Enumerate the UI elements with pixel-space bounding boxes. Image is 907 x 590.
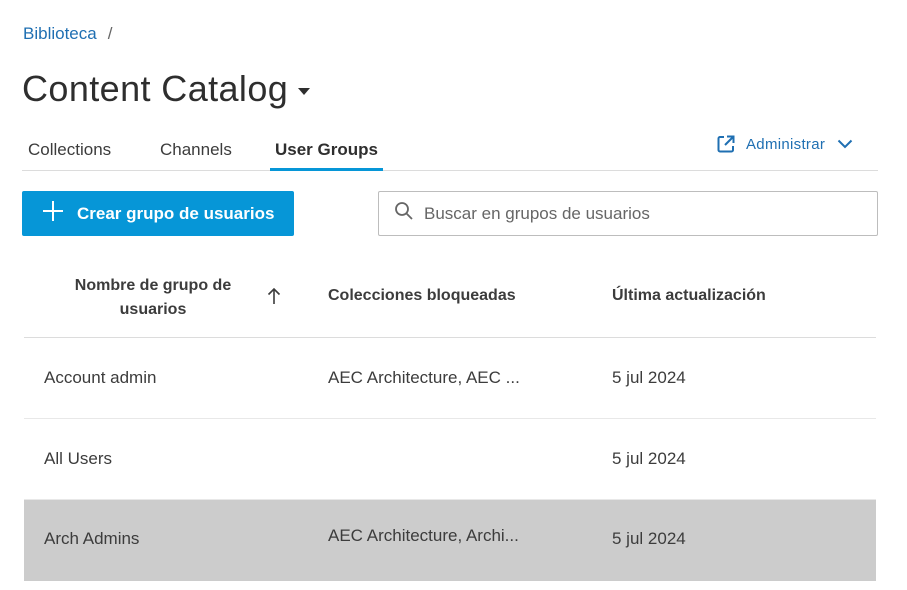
catalog-selector[interactable]: Content Catalog: [22, 68, 311, 110]
create-user-group-label: Crear grupo de usuarios: [77, 203, 275, 223]
cell-locked-collections: AEC Architecture, Archi...: [328, 526, 519, 545]
page-title: Content Catalog: [22, 68, 289, 109]
cell-group-name: All Users: [44, 449, 113, 468]
table-row[interactable]: All Users 5 jul 2024: [24, 419, 876, 500]
tab-collections[interactable]: Collections: [28, 140, 111, 171]
table-row-selected[interactable]: Arch Admins AEC Architecture, Archi... 5…: [24, 500, 876, 581]
cell-last-updated: 5 jul 2024: [612, 529, 686, 548]
cell-locked-collections: AEC Architecture, AEC ...: [328, 368, 520, 387]
column-header-locked-collections[interactable]: Colecciones bloqueadas: [328, 287, 516, 305]
tab-user-groups[interactable]: User Groups: [270, 140, 383, 171]
table-row[interactable]: Account admin AEC Architecture, AEC ... …: [24, 338, 876, 419]
cell-last-updated: 5 jul 2024: [612, 449, 686, 468]
administrar-dropdown[interactable]: Administrar: [716, 134, 853, 154]
external-link-icon: [716, 134, 736, 154]
cell-last-updated: 5 jul 2024: [612, 368, 686, 387]
cell-group-name: Account admin: [44, 368, 157, 387]
column-header-name[interactable]: Nombre de grupo de usuarios: [60, 274, 246, 322]
cell-group-name: Arch Admins: [44, 529, 140, 548]
search-input[interactable]: [424, 203, 864, 224]
arrow-up-icon[interactable]: [267, 287, 281, 310]
breadcrumb-separator: /: [107, 24, 113, 43]
content-catalog-page: Biblioteca / Content Catalog Collections…: [0, 0, 907, 590]
plus-icon: [42, 200, 64, 227]
user-groups-table: Nombre de grupo de usuarios Colecciones …: [24, 254, 876, 581]
administrar-label: Administrar: [746, 135, 826, 153]
column-header-last-updated[interactable]: Última actualización: [612, 287, 766, 305]
search-box: [378, 191, 878, 236]
table-header: Nombre de grupo de usuarios Colecciones …: [24, 254, 876, 338]
breadcrumb: Biblioteca /: [23, 24, 112, 44]
tab-channels[interactable]: Channels: [160, 140, 232, 171]
search-icon: [394, 201, 414, 226]
breadcrumb-link-biblioteca[interactable]: Biblioteca: [23, 24, 97, 44]
chevron-down-icon: [837, 139, 853, 149]
create-user-group-button[interactable]: Crear grupo de usuarios: [22, 191, 294, 236]
caret-down-icon: [298, 87, 311, 95]
